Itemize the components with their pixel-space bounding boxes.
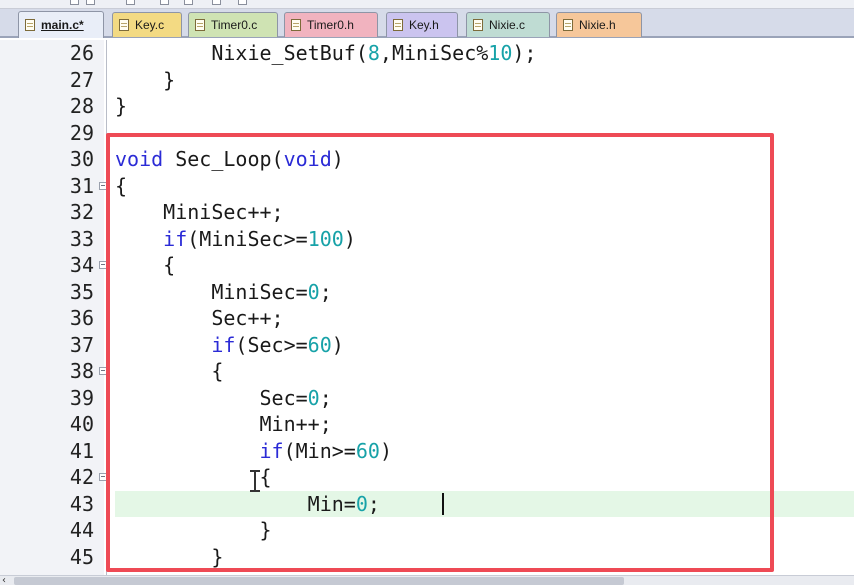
scroll-left-arrow-icon[interactable]: ‹	[2, 576, 10, 585]
code-token: }	[115, 94, 128, 118]
toolbar-button-icon[interactable]	[184, 0, 193, 5]
header-file-icon	[291, 19, 301, 31]
code-token: ,MiniSec%	[379, 41, 489, 65]
tab-main-c[interactable]: main.c*	[18, 11, 104, 38]
toolbar-button-icon[interactable]	[126, 0, 135, 5]
code-token: );	[512, 41, 537, 65]
number-token: 8	[367, 41, 380, 65]
line-number: 37	[69, 332, 94, 357]
line-number: 29	[69, 120, 94, 145]
code-token: }	[115, 67, 176, 92]
line-number: 31	[69, 173, 94, 198]
code-token: Nixie_SetBuf(	[115, 41, 368, 65]
toolbar-button-icon[interactable]	[160, 0, 169, 5]
toolbar-button-icon[interactable]	[238, 0, 247, 5]
line-number: 34	[69, 253, 94, 277]
tab-nixie-h[interactable]: Nixie.h	[556, 12, 642, 37]
tab-key-h[interactable]: Key.h	[386, 12, 458, 37]
code-line: Nixie_SetBuf(8,MiniSec%10);	[115, 40, 536, 66]
line-number: 45	[69, 544, 94, 569]
tab-timer0-c[interactable]: Timer0.c	[188, 12, 278, 37]
file-tab-bar: main.c* Key.c Timer0.c Timer0.h Key.h Ni…	[0, 9, 854, 38]
line-number: 41	[69, 438, 94, 463]
line-number: 30	[69, 147, 94, 171]
line-number: 26	[69, 41, 94, 65]
line-number: 27	[69, 67, 94, 92]
line-number: 33	[69, 226, 94, 251]
toolbar-button-icon[interactable]	[70, 0, 79, 5]
code-line: }	[115, 67, 175, 93]
c-source-file-icon	[119, 19, 129, 31]
line-number: 42	[69, 465, 94, 489]
tab-timer0-h[interactable]: Timer0.h	[284, 12, 378, 37]
c-source-file-icon	[473, 19, 483, 31]
tab-key-c[interactable]: Key.c	[112, 12, 182, 37]
code-line: }	[115, 93, 127, 119]
line-number: 44	[69, 518, 94, 542]
number-token: 10	[488, 41, 513, 65]
line-number: 28	[69, 94, 94, 118]
c-source-file-icon	[195, 19, 205, 31]
line-number: 32	[69, 200, 94, 224]
horizontal-scrollbar[interactable]: ‹	[0, 575, 854, 585]
toolbar-button-icon[interactable]	[212, 0, 221, 5]
scrollbar-thumb[interactable]	[14, 577, 624, 585]
highlight-annotation-box	[106, 133, 774, 572]
header-file-icon	[563, 19, 573, 31]
line-number: 38	[69, 359, 94, 383]
line-number: 35	[69, 279, 94, 304]
line-number: 43	[69, 491, 94, 516]
c-source-file-icon	[25, 19, 35, 31]
line-number: 39	[69, 385, 94, 410]
line-number-gutter: 26 27 28 29 30 31 32 33 34 35 36 37 38 39 40 41 42 43 44 45	[0, 40, 107, 575]
toolbar	[0, 0, 854, 9]
header-file-icon	[393, 19, 403, 31]
tab-nixie-c[interactable]: Nixie.c	[466, 12, 550, 37]
toolbar-button-icon[interactable]	[86, 0, 95, 5]
line-number: 40	[69, 412, 94, 436]
line-number: 36	[69, 306, 94, 330]
